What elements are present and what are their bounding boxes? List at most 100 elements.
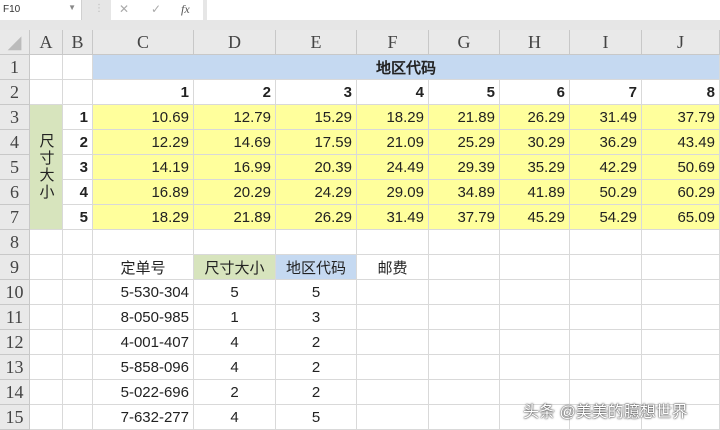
- empty-cell[interactable]: [63, 55, 93, 80]
- rate-cell[interactable]: 43.49: [642, 130, 720, 155]
- rate-cell[interactable]: 31.49: [570, 105, 642, 130]
- empty-cell[interactable]: [63, 405, 93, 430]
- region-cell[interactable]: 2: [276, 330, 357, 355]
- column-header-B[interactable]: B: [63, 30, 93, 55]
- size-code-header[interactable]: 5: [63, 205, 93, 230]
- name-box[interactable]: F10 ▼: [0, 0, 82, 20]
- empty-cell[interactable]: [429, 405, 500, 430]
- rate-cell[interactable]: 16.99: [194, 155, 276, 180]
- region-cell[interactable]: 5: [276, 405, 357, 430]
- empty-cell[interactable]: [429, 355, 500, 380]
- size-label[interactable]: 尺寸大小: [30, 105, 63, 230]
- rate-cell[interactable]: 25.29: [429, 130, 500, 155]
- rate-cell[interactable]: 12.29: [93, 130, 194, 155]
- region-cell[interactable]: 2: [276, 380, 357, 405]
- region-code-header[interactable]: 5: [429, 80, 500, 105]
- region-code-header[interactable]: 6: [500, 80, 570, 105]
- empty-cell[interactable]: [357, 230, 429, 255]
- column-header-C[interactable]: C: [93, 30, 194, 55]
- empty-cell[interactable]: [500, 280, 570, 305]
- region-cell[interactable]: 3: [276, 305, 357, 330]
- empty-cell[interactable]: [570, 305, 642, 330]
- column-header-H[interactable]: H: [500, 30, 570, 55]
- size-code-header[interactable]: 2: [63, 130, 93, 155]
- empty-cell[interactable]: [63, 230, 93, 255]
- rate-cell[interactable]: 21.09: [357, 130, 429, 155]
- row-header-2[interactable]: 2: [0, 80, 30, 105]
- rate-cell[interactable]: 50.69: [642, 155, 720, 180]
- size-code-header[interactable]: 1: [63, 105, 93, 130]
- formula-input[interactable]: [207, 0, 720, 20]
- rate-cell[interactable]: 20.29: [194, 180, 276, 205]
- empty-cell[interactable]: [63, 80, 93, 105]
- empty-cell[interactable]: [357, 305, 429, 330]
- check-icon[interactable]: ✓: [151, 2, 161, 16]
- empty-cell[interactable]: [30, 405, 63, 430]
- row-header-1[interactable]: 1: [0, 55, 30, 80]
- select-all-corner[interactable]: ◢: [0, 30, 30, 55]
- row-header-8[interactable]: 8: [0, 230, 30, 255]
- size-cell[interactable]: 4: [194, 405, 276, 430]
- region-code-header[interactable]: 2: [194, 80, 276, 105]
- empty-cell[interactable]: [63, 380, 93, 405]
- empty-cell[interactable]: [357, 330, 429, 355]
- rate-cell[interactable]: 50.29: [570, 180, 642, 205]
- empty-cell[interactable]: [642, 255, 720, 280]
- rate-cell[interactable]: 20.39: [276, 155, 357, 180]
- rate-cell[interactable]: 34.89: [429, 180, 500, 205]
- empty-cell[interactable]: [93, 230, 194, 255]
- empty-cell[interactable]: [30, 230, 63, 255]
- region-cell[interactable]: 5: [276, 280, 357, 305]
- empty-cell[interactable]: [30, 255, 63, 280]
- region-code-header[interactable]: 8: [642, 80, 720, 105]
- size-cell[interactable]: 4: [194, 330, 276, 355]
- rate-cell[interactable]: 29.39: [429, 155, 500, 180]
- rate-cell[interactable]: 18.29: [357, 105, 429, 130]
- empty-cell[interactable]: [570, 280, 642, 305]
- region-cell[interactable]: 2: [276, 355, 357, 380]
- row-header-5[interactable]: 5: [0, 155, 30, 180]
- empty-cell[interactable]: [63, 280, 93, 305]
- rate-cell[interactable]: 65.09: [642, 205, 720, 230]
- order-number-cell[interactable]: 5-530-304: [93, 280, 194, 305]
- row-header-10[interactable]: 10: [0, 280, 30, 305]
- order-table-header[interactable]: 尺寸大小: [194, 255, 276, 280]
- empty-cell[interactable]: [276, 230, 357, 255]
- empty-cell[interactable]: [357, 280, 429, 305]
- empty-cell[interactable]: [30, 305, 63, 330]
- chevron-down-icon[interactable]: ▼: [68, 3, 76, 12]
- empty-cell[interactable]: [500, 230, 570, 255]
- order-table-header[interactable]: 地区代码: [276, 255, 357, 280]
- row-header-12[interactable]: 12: [0, 330, 30, 355]
- size-cell[interactable]: 4: [194, 355, 276, 380]
- rate-cell[interactable]: 31.49: [357, 205, 429, 230]
- column-header-A[interactable]: A: [30, 30, 63, 55]
- empty-cell[interactable]: [500, 355, 570, 380]
- rate-cell[interactable]: 37.79: [642, 105, 720, 130]
- rate-cell[interactable]: 24.29: [276, 180, 357, 205]
- column-header-D[interactable]: D: [194, 30, 276, 55]
- empty-cell[interactable]: [570, 355, 642, 380]
- empty-cell[interactable]: [63, 355, 93, 380]
- rate-cell[interactable]: 35.29: [500, 155, 570, 180]
- region-code-title[interactable]: 地区代码: [93, 55, 720, 80]
- rate-cell[interactable]: 29.09: [357, 180, 429, 205]
- empty-cell[interactable]: [30, 280, 63, 305]
- rate-cell[interactable]: 24.49: [357, 155, 429, 180]
- order-table-header[interactable]: 定单号: [93, 255, 194, 280]
- order-number-cell[interactable]: 7-632-277: [93, 405, 194, 430]
- empty-cell[interactable]: [429, 380, 500, 405]
- empty-cell[interactable]: [357, 380, 429, 405]
- row-header-6[interactable]: 6: [0, 180, 30, 205]
- empty-cell[interactable]: [500, 330, 570, 355]
- order-number-cell[interactable]: 4-001-407: [93, 330, 194, 355]
- size-code-header[interactable]: 3: [63, 155, 93, 180]
- column-header-E[interactable]: E: [276, 30, 357, 55]
- empty-cell[interactable]: [642, 305, 720, 330]
- order-number-cell[interactable]: 5-022-696: [93, 380, 194, 405]
- row-header-15[interactable]: 15: [0, 405, 30, 430]
- order-number-cell[interactable]: 5-858-096: [93, 355, 194, 380]
- row-header-7[interactable]: 7: [0, 205, 30, 230]
- empty-cell[interactable]: [500, 255, 570, 280]
- row-header-3[interactable]: 3: [0, 105, 30, 130]
